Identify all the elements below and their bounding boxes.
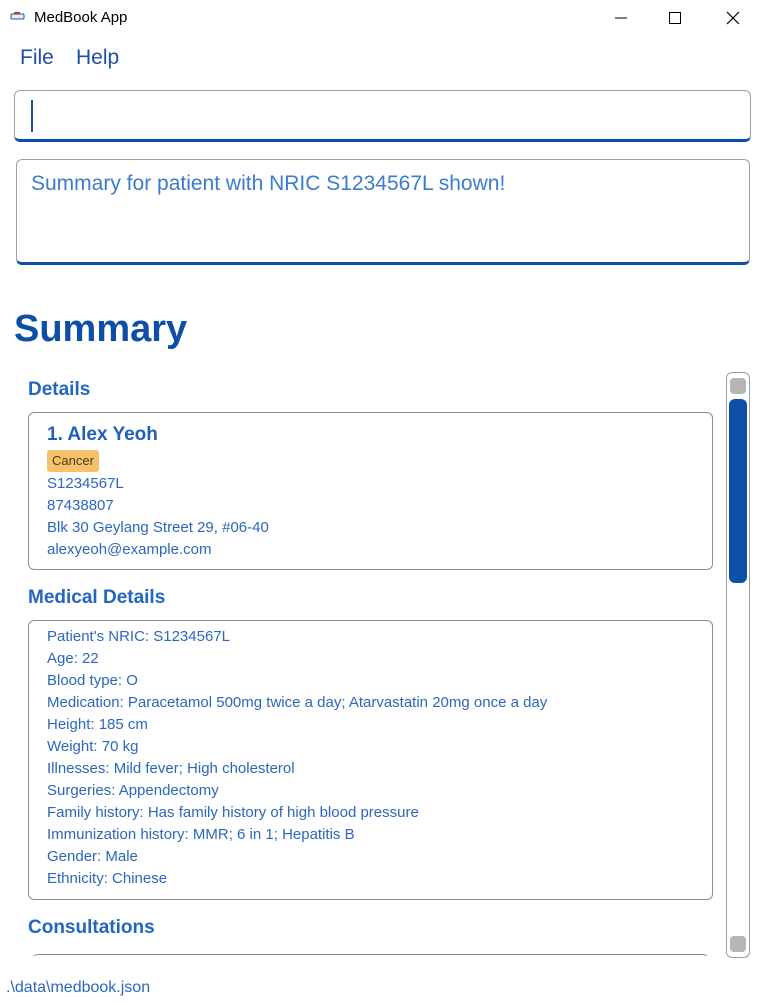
page-title: Summary xyxy=(14,308,188,350)
vertical-scrollbar[interactable] xyxy=(726,372,750,958)
patient-card: 1. Alex Yeoh Cancer S1234567L 87438807 B… xyxy=(28,412,713,570)
scroll-up-button[interactable] xyxy=(730,378,746,394)
medical-blood-type: Blood type: O xyxy=(47,672,138,689)
consultations-card xyxy=(32,954,709,956)
patient-email: alexyeoh@example.com xyxy=(47,541,212,558)
close-button[interactable] xyxy=(710,0,756,36)
result-display: Summary for patient with NRIC S1234567L … xyxy=(16,159,750,265)
condition-tag: Cancer xyxy=(47,450,99,472)
medical-nric: Patient's NRIC: S1234567L xyxy=(47,628,230,645)
medical-illnesses: Illnesses: Mild fever; High cholesterol xyxy=(47,760,295,777)
medical-surgeries: Surgeries: Appendectomy xyxy=(47,782,219,799)
summary-scroll-area[interactable]: Details 1. Alex Yeoh Cancer S1234567L 87… xyxy=(14,372,728,956)
maximize-icon xyxy=(669,12,681,24)
patient-address: Blk 30 Geylang Street 29, #06-40 xyxy=(47,519,269,536)
medical-weight: Weight: 70 kg xyxy=(47,738,139,755)
medical-details-heading: Medical Details xyxy=(28,587,166,608)
details-heading: Details xyxy=(28,379,91,400)
menu-help[interactable]: Help xyxy=(76,46,119,70)
medical-age: Age: 22 xyxy=(47,650,99,667)
scroll-thumb[interactable] xyxy=(729,399,747,583)
patient-name: 1. Alex Yeoh xyxy=(47,424,158,445)
maximize-button[interactable] xyxy=(652,0,698,36)
medical-gender: Gender: Male xyxy=(47,848,138,865)
result-message: Summary for patient with NRIC S1234567L … xyxy=(31,172,506,195)
text-caret xyxy=(31,100,33,132)
medical-ethnicity: Ethnicity: Chinese xyxy=(47,870,168,887)
menu-file[interactable]: File xyxy=(20,46,54,70)
medical-family-history: Family history: Has family history of hi… xyxy=(47,804,419,821)
consultations-heading: Consultations xyxy=(28,917,155,938)
minimize-icon xyxy=(615,17,627,19)
command-box[interactable] xyxy=(14,90,751,142)
command-input[interactable] xyxy=(27,97,737,135)
patient-nric: S1234567L xyxy=(47,475,124,492)
window-title: MedBook App xyxy=(34,9,128,26)
title-bar: MedBook App xyxy=(0,0,762,36)
medical-medication: Medication: Paracetamol 500mg twice a da… xyxy=(47,694,548,711)
patient-phone: 87438807 xyxy=(47,497,114,514)
medical-immunization: Immunization history: MMR; 6 in 1; Hepat… xyxy=(47,826,355,843)
menu-bar: File Help xyxy=(0,40,762,80)
app-icon xyxy=(10,12,25,20)
minimize-button[interactable] xyxy=(598,0,644,36)
close-icon xyxy=(726,11,740,25)
scroll-down-button[interactable] xyxy=(730,936,746,952)
status-file-path: .\data\medbook.json xyxy=(6,979,151,996)
medical-height: Height: 185 cm xyxy=(47,716,148,733)
medical-details-card: Patient's NRIC: S1234567L Age: 22 Blood … xyxy=(28,620,713,900)
